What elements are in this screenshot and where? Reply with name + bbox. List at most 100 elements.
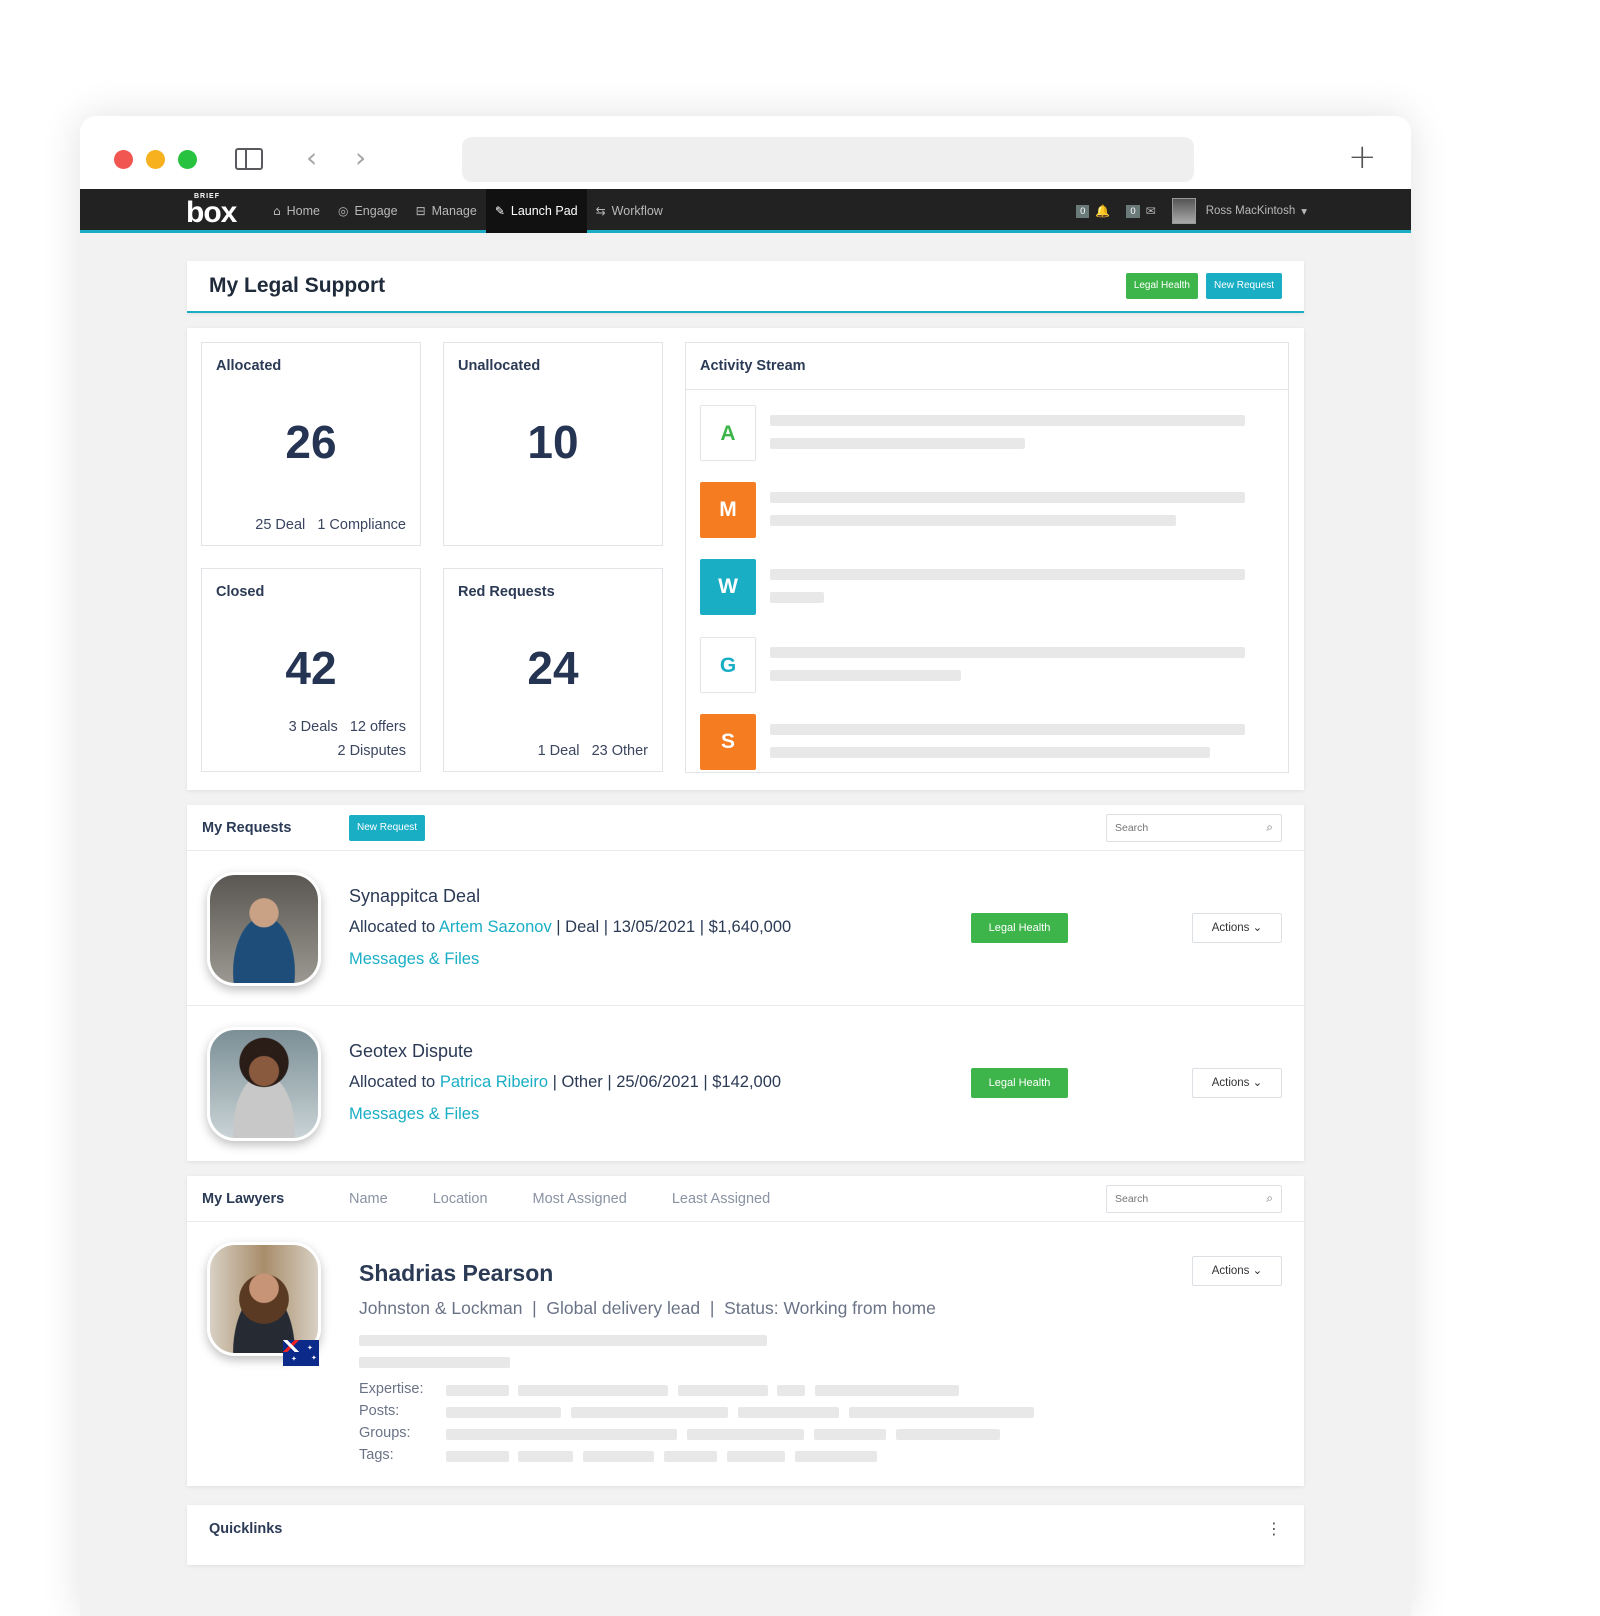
maximize-window-button[interactable] [178, 150, 197, 169]
stats-panel: Allocated 26 25 Deal 1 Compliance Unallo… [187, 328, 1304, 790]
skeleton-line [446, 1385, 509, 1396]
stat-unallocated[interactable]: Unallocated 10 [443, 342, 663, 546]
request-details: | Other | 25/06/2021 | $142,000 [548, 1073, 782, 1091]
actions-label: Actions [1211, 1077, 1250, 1089]
stat-label: Allocated [216, 358, 282, 374]
search-input[interactable] [1107, 815, 1247, 841]
skeleton-line [849, 1407, 1034, 1418]
legal-health-button[interactable]: Legal Health [1125, 273, 1198, 299]
tab-least-assigned[interactable]: Least Assigned [672, 1191, 770, 1207]
skeleton-line [571, 1407, 728, 1418]
stat-allocated[interactable]: Allocated 26 25 Deal 1 Compliance [201, 342, 421, 546]
caret-down-icon[interactable]: ▾ [1301, 204, 1307, 218]
menu-item-home[interactable]: ⌂ Home [264, 189, 329, 233]
new-request-button[interactable]: New Request [1205, 273, 1282, 299]
skeleton-line [727, 1451, 785, 1462]
skeleton-line [815, 1385, 959, 1396]
lawyer-card: ✦ ✦ ✦ Shadrias Pearson Johnston & Lockma… [187, 1222, 1304, 1486]
activity-item[interactable]: M [700, 482, 1260, 538]
chevron-down-icon: ⌄ [1252, 1077, 1263, 1089]
lawyer-info: Johnston & Lockman | Global delivery lea… [359, 1298, 936, 1318]
messages-files-link[interactable]: Messages & Files [349, 950, 479, 969]
back-arrow-icon[interactable]: ‹ [306, 144, 317, 172]
menu-item-manage[interactable]: ⊟ Manage [407, 189, 486, 233]
actions-dropdown[interactable]: Actions ⌄ [1192, 1256, 1282, 1286]
menu-item-label: Manage [431, 204, 477, 218]
menu-item-label: Launch Pad [510, 204, 578, 218]
activity-stream: Activity Stream A M W G S [685, 342, 1289, 773]
requests-search[interactable]: ⌕ [1106, 814, 1282, 842]
skeleton-line [795, 1451, 877, 1462]
target-icon: ◎ [337, 204, 349, 218]
request-row: Synappitca Deal Allocated to Artem Sazon… [187, 851, 1304, 1006]
actions-dropdown[interactable]: Actions ⌄ [1192, 1068, 1282, 1098]
search-input[interactable] [1107, 1186, 1247, 1212]
skeleton-line [770, 647, 1245, 658]
legal-health-button[interactable]: Legal Health [971, 913, 1068, 943]
stat-breakdown: 3 Deals 12 offers [288, 719, 406, 735]
request-meta: Allocated to Artem Sazonov | Deal | 13/0… [349, 918, 791, 937]
menu-item-engage[interactable]: ◎ Engage [329, 189, 407, 233]
skeleton-line [770, 569, 1245, 580]
user-avatar[interactable] [1171, 198, 1196, 224]
allocated-prefix: Allocated to [349, 918, 439, 936]
sidebar-toggle-icon[interactable] [235, 148, 263, 170]
close-window-button[interactable] [114, 150, 133, 169]
activity-item[interactable]: W [700, 559, 1260, 615]
menu-item-launch-pad[interactable]: ✎ Launch Pad [485, 189, 587, 233]
tab-name[interactable]: Name [349, 1191, 388, 1207]
menu-item-workflow[interactable]: ⇆ Workflow [587, 189, 672, 233]
lawyer-photo [207, 1027, 321, 1141]
user-tools: 0 🔔 0 ✉ Ross MacKintosh ▾ [1076, 189, 1307, 233]
lawyer-sort-tabs: Name Location Most Assigned Least Assign… [349, 1191, 770, 1207]
skeleton-line [770, 592, 824, 603]
tab-most-assigned[interactable]: Most Assigned [533, 1191, 627, 1207]
search-icon[interactable]: ⌕ [1266, 1191, 1273, 1206]
rocket-icon: ✎ [494, 204, 505, 218]
user-name[interactable]: Ross MacKintosh [1206, 205, 1295, 217]
address-bar[interactable] [462, 137, 1194, 182]
chevron-down-icon: ⌄ [1252, 1265, 1263, 1277]
groups-label: Groups: [359, 1425, 411, 1441]
lawyer-link[interactable]: Artem Sazonov [439, 918, 552, 936]
new-tab-icon[interactable]: + [1348, 140, 1377, 174]
more-options-icon[interactable]: ⋮ [1266, 1519, 1282, 1538]
envelope-icon[interactable]: ✉ [1146, 204, 1156, 218]
actions-dropdown[interactable]: Actions ⌄ [1192, 913, 1282, 943]
tab-location[interactable]: Location [433, 1191, 488, 1207]
skeleton-line [770, 724, 1245, 735]
lawyers-search[interactable]: ⌕ [1106, 1185, 1282, 1213]
stat-label: Closed [216, 584, 265, 600]
forward-arrow-icon[interactable]: › [355, 144, 366, 172]
stat-value: 42 [285, 642, 337, 694]
lawyer-link[interactable]: Patrica Ribeiro [440, 1073, 548, 1091]
new-request-button[interactable]: New Request [349, 815, 426, 841]
messages-files-link[interactable]: Messages & Files [349, 1105, 479, 1124]
stat-value: 10 [527, 416, 579, 468]
stat-closed[interactable]: Closed 42 3 Deals 12 offers 2 Disputes [201, 568, 421, 772]
request-name[interactable]: Geotex Dispute [349, 1041, 473, 1062]
stat-label: Red Requests [458, 584, 555, 600]
search-icon[interactable]: ⌕ [1266, 820, 1273, 835]
activity-avatar: S [700, 714, 756, 770]
activity-item[interactable]: G [700, 637, 1260, 693]
my-lawyers-section: My Lawyers Name Location Most Assigned L… [187, 1176, 1304, 1486]
legal-health-button[interactable]: Legal Health [971, 1068, 1068, 1098]
stat-breakdown: 1 Deal 23 Other [537, 743, 648, 759]
skeleton-line [446, 1451, 509, 1462]
request-name[interactable]: Synappitca Deal [349, 886, 480, 907]
activity-item[interactable]: A [700, 405, 1260, 461]
bell-icon[interactable]: 🔔 [1095, 204, 1110, 218]
skeleton-line [770, 670, 961, 681]
request-row: Geotex Dispute Allocated to Patrica Ribe… [187, 1006, 1304, 1161]
activity-item[interactable]: S [700, 714, 1260, 770]
lawyer-name[interactable]: Shadrias Pearson [359, 1260, 553, 1287]
minimize-window-button[interactable] [146, 150, 165, 169]
stat-breakdown: 2 Disputes [337, 743, 406, 759]
skeleton-line [583, 1451, 654, 1462]
logo-box-text: box [186, 196, 237, 229]
browser-chrome: ‹ › + [80, 116, 1411, 189]
stat-red-requests[interactable]: Red Requests 24 1 Deal 23 Other [443, 568, 663, 772]
skeleton-line [687, 1429, 804, 1440]
notifications-count: 0 [1076, 204, 1090, 218]
